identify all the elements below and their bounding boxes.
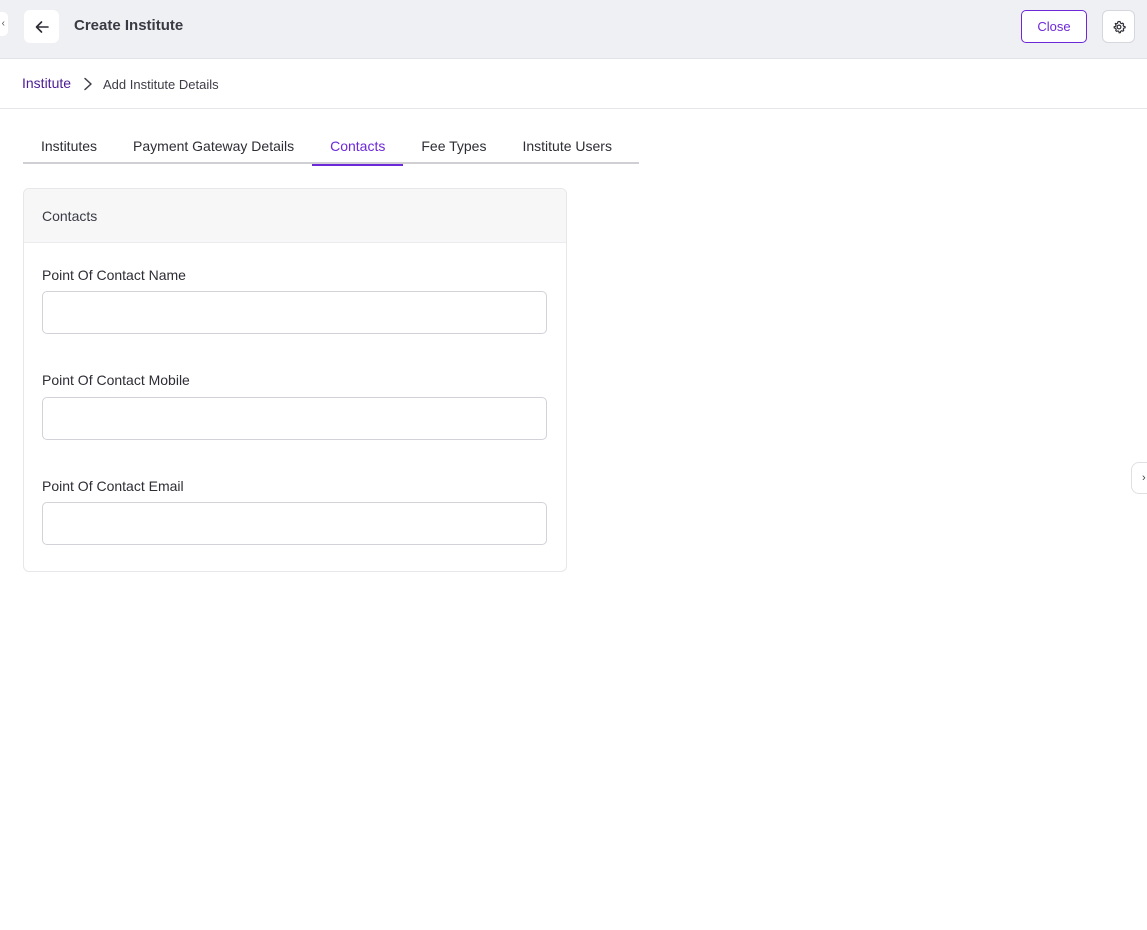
chevron-right-icon: › [1142, 472, 1146, 484]
chevron-left-icon: ‹ [1, 18, 5, 29]
tab-institute-users[interactable]: Institute Users [504, 128, 629, 164]
close-button[interactable]: Close [1021, 10, 1087, 43]
arrow-left-icon [35, 20, 49, 33]
chevron-right-icon [84, 77, 92, 91]
contact-mobile-label: Point Of Contact Mobile [42, 372, 190, 388]
contact-name-input[interactable] [42, 291, 547, 334]
page-title: Create Institute [74, 17, 184, 34]
tab-institutes[interactable]: Institutes [23, 128, 115, 164]
back-button[interactable] [24, 10, 59, 43]
expand-panel-handle[interactable]: › [1131, 462, 1147, 494]
gear-icon [1113, 20, 1126, 33]
contact-email-label: Point Of Contact Email [42, 478, 184, 494]
breadcrumb-link-institute[interactable]: Institute [22, 75, 71, 91]
card-title: Contacts [24, 189, 566, 243]
contact-email-input[interactable] [42, 502, 547, 545]
contact-mobile-input[interactable] [42, 397, 547, 440]
contacts-card: Contacts Point Of Contact Name Point Of … [23, 188, 567, 572]
tab-contacts[interactable]: Contacts [312, 128, 404, 166]
tab-fee-types[interactable]: Fee Types [403, 128, 504, 164]
tab-payment-gateway-details[interactable]: Payment Gateway Details [115, 128, 312, 164]
top-bar: ‹ Create Institute Close [0, 0, 1147, 59]
contact-name-label: Point Of Contact Name [42, 267, 186, 283]
settings-button[interactable] [1102, 10, 1135, 43]
tab-bar: Institutes Payment Gateway Details Conta… [23, 128, 639, 166]
breadcrumb: Institute Add Institute Details [0, 59, 1147, 109]
collapse-sidebar-handle[interactable]: ‹ [0, 12, 8, 36]
breadcrumb-current: Add Institute Details [103, 77, 219, 92]
